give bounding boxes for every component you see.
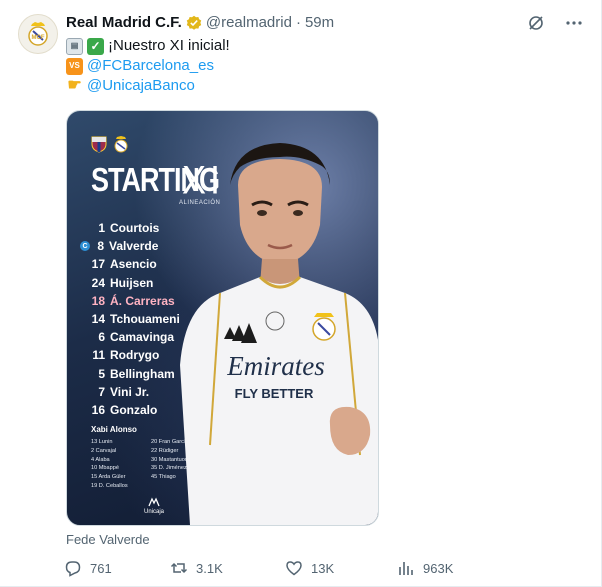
more-options-icon[interactable] — [565, 14, 583, 32]
player-number: 1 — [98, 221, 105, 236]
substitute: 19 D. Ceballos — [91, 482, 128, 489]
player-number: 17 — [91, 257, 105, 272]
check-mark-icon: ✓ — [87, 37, 104, 55]
separator-dot: · — [295, 14, 301, 31]
avatar[interactable]: MCF — [18, 14, 58, 54]
svg-text:MCF: MCF — [32, 35, 45, 41]
verified-badge-icon[interactable] — [186, 15, 202, 31]
coach-name: Xabi Alonso — [91, 425, 137, 434]
player-name: Rodrygo — [110, 348, 160, 363]
top-right-actions — [527, 14, 583, 32]
media-caption: Fede Valverde — [66, 532, 150, 547]
sponsor-name: Unicaja — [144, 509, 165, 515]
tweet-line-2: VS @FCBarcelona_es — [66, 56, 230, 76]
tweet-card: MCF Real Madrid C.F. @realmadrid · 59m ▤… — [0, 0, 602, 587]
reply-icon — [65, 561, 81, 577]
barcelona-crest-icon — [91, 136, 107, 153]
heart-icon — [286, 561, 302, 576]
player-illustration: Emirates FLY BETTER — [180, 143, 378, 525]
substitute: 15 Arda Güler — [91, 474, 126, 481]
grok-icon[interactable] — [527, 14, 545, 32]
shirt-sponsor-tagline: FLY BETTER — [235, 386, 314, 401]
real-madrid-crest-icon — [114, 136, 128, 153]
captain-badge: C — [80, 241, 90, 252]
tweet-line-1: ▤ ✓ ¡Nuestro XI inicial! — [66, 36, 230, 56]
player-number: 6 — [98, 330, 105, 345]
media-image[interactable]: STARTING XI ALINEACIÓN 1 Courtois C 8 Valve… — [66, 110, 379, 526]
like-button[interactable]: 13K — [285, 559, 397, 577]
player-name: Vini Jr. — [110, 384, 150, 399]
reply-button[interactable]: 761 — [64, 559, 170, 577]
repost-count: 3.1K — [196, 560, 223, 576]
mention-link[interactable]: @FCBarcelona_es — [87, 56, 214, 76]
vs-icon: VS — [66, 57, 83, 75]
tweet-actions: 761 3.1K 13K 963K — [64, 559, 584, 577]
player-number: 18 — [91, 293, 105, 308]
player-name: Camavinga — [110, 330, 175, 345]
player-name: Á. Carreras — [110, 293, 175, 308]
clipboard-icon: ▤ — [66, 37, 83, 55]
substitute: 2 Carvajal — [91, 447, 117, 454]
player-name: Bellingham — [110, 366, 175, 381]
player-number: 5 — [98, 366, 105, 381]
mention-link[interactable]: @UnicajaBanco — [87, 76, 195, 96]
tweet-line-text: ¡Nuestro XI inicial! — [108, 37, 230, 54]
player-number: 8 — [97, 239, 104, 254]
player-name: Huijsen — [110, 275, 154, 290]
player-number: 14 — [91, 312, 105, 327]
repost-button[interactable]: 3.1K — [170, 559, 285, 577]
author-handle[interactable]: @realmadrid — [206, 14, 292, 31]
player-number: 7 — [98, 384, 105, 399]
tweet-line-3: ☛ @UnicajaBanco — [66, 76, 230, 96]
player-name: Asencio — [110, 257, 157, 272]
timestamp[interactable]: 59m — [305, 14, 334, 31]
shirt-sponsor-text: Emirates — [226, 351, 325, 381]
like-count: 13K — [311, 560, 335, 576]
reply-count: 761 — [90, 560, 112, 576]
real-madrid-crest-icon: MCF — [28, 22, 48, 46]
substitute: 4 Alaba — [91, 456, 110, 463]
tweet-text: ▤ ✓ ¡Nuestro XI inicial! VS @FCBarcelona… — [66, 36, 230, 96]
player-photo: Emirates FLY BETTER — [180, 125, 378, 525]
author-name[interactable]: Real Madrid C.F. — [66, 14, 182, 31]
pointing-hand-icon: ☛ — [67, 77, 82, 94]
player-name: Valverde — [109, 239, 159, 254]
player-name: Gonzalo — [110, 402, 158, 417]
sponsor-logo: Unicaja — [144, 497, 164, 515]
club-logos — [91, 135, 129, 153]
repost-icon — [170, 562, 188, 574]
tweet-header: Real Madrid C.F. @realmadrid · 59m — [66, 14, 334, 31]
player-number: 11 — [92, 348, 105, 363]
views-button[interactable]: 963K — [397, 559, 511, 577]
unicaja-logo-icon — [148, 497, 160, 507]
views-chart-icon — [399, 562, 413, 575]
player-name: Courtois — [110, 221, 160, 236]
player-number: 16 — [91, 402, 105, 417]
substitute: 13 Lunin — [91, 439, 113, 445]
player-number: 24 — [91, 275, 105, 290]
player-name: Tchouameni — [110, 312, 180, 327]
substitute: 10 Mbappé — [91, 465, 119, 472]
view-count: 963K — [423, 560, 454, 576]
